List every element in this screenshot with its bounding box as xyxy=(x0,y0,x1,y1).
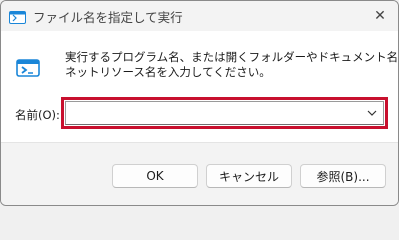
name-combobox[interactable] xyxy=(65,101,384,125)
browse-button[interactable]: 参照(B)... xyxy=(300,164,386,188)
title-bar: ファイル名を指定して実行 ✕ xyxy=(1,1,398,31)
name-label: 名前(O): xyxy=(15,108,60,122)
cancel-button[interactable]: キャンセル xyxy=(206,164,292,188)
description-line-1: 実行するプログラム名、または開くフォルダーやドキュメント名、インター xyxy=(65,50,399,64)
name-input[interactable] xyxy=(68,104,362,124)
ok-button[interactable]: OK xyxy=(112,164,198,188)
button-bar: OK キャンセル 参照(B)... xyxy=(1,142,398,205)
close-icon: ✕ xyxy=(374,8,386,24)
dialog-body: 実行するプログラム名、または開くフォルダーやドキュメント名、インター ネットリソ… xyxy=(1,31,398,142)
run-program-icon xyxy=(16,59,40,79)
description: 実行するプログラム名、または開くフォルダーやドキュメント名、インター ネットリソ… xyxy=(65,50,399,80)
chevron-down-icon xyxy=(367,110,377,116)
run-icon xyxy=(9,9,26,24)
close-button[interactable]: ✕ xyxy=(368,5,392,27)
window-title: ファイル名を指定して実行 xyxy=(33,10,183,25)
run-dialog: ファイル名を指定して実行 ✕ 実行するプログラム名、または開くフォルダーやドキュ… xyxy=(0,0,399,206)
description-line-2: ネットリソース名を入力してください。 xyxy=(65,65,271,79)
dropdown-button[interactable] xyxy=(363,104,381,122)
